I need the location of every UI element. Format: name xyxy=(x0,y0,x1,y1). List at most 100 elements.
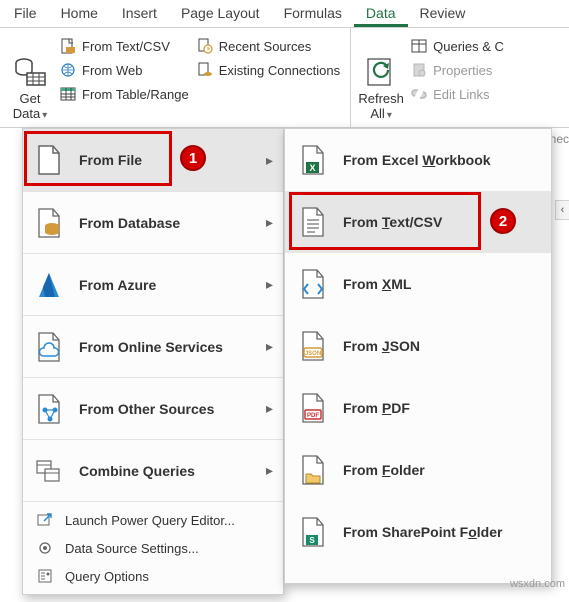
from-text-csv-label: From Text/CSV xyxy=(82,39,170,54)
chevron-right-icon: ▸ xyxy=(266,152,273,169)
menu-from-online-services[interactable]: From Online Services ▸ xyxy=(23,315,283,377)
sharepoint-file-icon: S xyxy=(297,516,329,548)
svg-text:X: X xyxy=(309,163,315,173)
from-text-csv-button[interactable]: From Text/CSV xyxy=(58,34,195,58)
submenu-from-text-csv[interactable]: From Text/CSV xyxy=(285,191,551,253)
queries-icon xyxy=(411,38,427,54)
refresh-icon xyxy=(364,55,398,89)
existing-connections-button[interactable]: Existing Connections xyxy=(195,58,346,82)
refresh-all-label-2: All▾ xyxy=(370,106,391,123)
globe-icon xyxy=(60,62,76,78)
from-web-label: From Web xyxy=(82,63,142,78)
menu-combine-queries[interactable]: Combine Queries ▸ xyxy=(23,439,283,501)
edit-links-icon xyxy=(411,86,427,102)
menu-from-other-sources[interactable]: From Other Sources ▸ xyxy=(23,377,283,439)
submenu-from-pdf-label: From PDF xyxy=(343,400,410,416)
tab-page-layout[interactable]: Page Layout xyxy=(169,1,272,27)
submenu-from-json-label: From JSON xyxy=(343,338,420,354)
chevron-right-icon: ▸ xyxy=(266,400,273,417)
submenu-from-excel-workbook-label: From Excel Workbook xyxy=(343,152,491,168)
refresh-all-button[interactable]: Refresh All▾ xyxy=(353,30,409,125)
tab-formulas[interactable]: Formulas xyxy=(272,1,354,27)
menu-query-options[interactable]: Query Options xyxy=(23,562,283,590)
menu-from-azure[interactable]: From Azure ▸ xyxy=(23,253,283,315)
chevron-right-icon: ▸ xyxy=(266,338,273,355)
azure-icon xyxy=(33,269,65,301)
tab-insert[interactable]: Insert xyxy=(110,1,169,27)
cloud-file-icon xyxy=(33,331,65,363)
get-data-button[interactable]: Get Data▾ xyxy=(2,30,58,125)
submenu-from-excel-workbook[interactable]: X From Excel Workbook xyxy=(285,129,551,191)
tab-bar: File Home Insert Page Layout Formulas Da… xyxy=(0,0,569,28)
edit-links-button[interactable]: Edit Links xyxy=(409,82,510,106)
get-transform-col-1: From Text/CSV From Web From Table/Range xyxy=(58,30,195,125)
submenu-from-text-csv-label: From Text/CSV xyxy=(343,214,442,230)
options-icon xyxy=(37,568,53,584)
tab-data[interactable]: Data xyxy=(354,1,408,27)
table-icon xyxy=(60,86,76,102)
gear-icon xyxy=(37,540,53,556)
svg-text:S: S xyxy=(309,536,315,545)
xml-file-icon xyxy=(297,268,329,300)
existing-connections-label: Existing Connections xyxy=(219,63,340,78)
file-csv-icon xyxy=(60,38,76,54)
menu-data-source-settings[interactable]: Data Source Settings... xyxy=(23,534,283,562)
recent-sources-icon xyxy=(197,38,213,54)
from-file-submenu: X From Excel Workbook From Text/CSV From… xyxy=(284,128,552,584)
submenu-from-sharepoint-folder[interactable]: S From SharePoint Folder xyxy=(285,501,551,563)
from-table-range-button[interactable]: From Table/Range xyxy=(58,82,195,106)
queries-connections-button[interactable]: Queries & C xyxy=(409,34,510,58)
tab-file[interactable]: File xyxy=(2,1,49,27)
submenu-from-folder[interactable]: From Folder xyxy=(285,439,551,501)
menu-footer: Launch Power Query Editor... Data Source… xyxy=(23,501,283,594)
submenu-from-xml[interactable]: From XML xyxy=(285,253,551,315)
get-data-label-1: Get xyxy=(20,91,41,106)
from-web-button[interactable]: From Web xyxy=(58,58,195,82)
refresh-all-label-1: Refresh xyxy=(358,91,404,106)
submenu-from-xml-label: From XML xyxy=(343,276,411,292)
pdf-file-icon: PDF xyxy=(297,392,329,424)
menu-from-online-services-label: From Online Services xyxy=(79,339,223,355)
combine-queries-icon xyxy=(33,455,65,487)
menu-combine-queries-label: Combine Queries xyxy=(79,463,195,479)
database-file-icon xyxy=(33,207,65,239)
chevron-right-icon: ▸ xyxy=(266,276,273,293)
submenu-from-sharepoint-folder-label: From SharePoint Folder xyxy=(343,524,502,540)
menu-from-azure-label: From Azure xyxy=(79,277,156,293)
watermark: wsxdn.com xyxy=(510,578,565,590)
launch-icon xyxy=(37,512,53,528)
menu-launch-pq-editor[interactable]: Launch Power Query Editor... xyxy=(23,506,283,534)
menu-from-database-label: From Database xyxy=(79,215,180,231)
recent-sources-label: Recent Sources xyxy=(219,39,312,54)
expand-collapse-button[interactable]: ‹ xyxy=(555,200,569,220)
menu-from-other-sources-label: From Other Sources xyxy=(79,401,214,417)
existing-connections-icon xyxy=(197,62,213,78)
chevron-right-icon: ▸ xyxy=(266,214,273,231)
svg-text:PDF: PDF xyxy=(307,413,319,419)
ribbon: Get Data▾ From Text/CSV From Web From Ta… xyxy=(0,28,569,128)
menu-launch-pq-editor-label: Launch Power Query Editor... xyxy=(65,513,235,528)
ribbon-group-get-transform: Get Data▾ From Text/CSV From Web From Ta… xyxy=(0,28,351,127)
submenu-from-pdf[interactable]: PDF From PDF xyxy=(285,377,551,439)
menu-query-options-label: Query Options xyxy=(65,569,149,584)
get-data-icon xyxy=(13,55,47,89)
folder-file-icon xyxy=(297,454,329,486)
submenu-from-json[interactable]: JSON From JSON xyxy=(285,315,551,377)
tab-review[interactable]: Review xyxy=(408,1,478,27)
from-table-range-label: From Table/Range xyxy=(82,87,189,102)
menu-from-database[interactable]: From Database ▸ xyxy=(23,191,283,253)
tab-home[interactable]: Home xyxy=(49,1,110,27)
menu-data-source-settings-label: Data Source Settings... xyxy=(65,541,199,556)
menu-from-file[interactable]: From File ▸ xyxy=(23,129,283,191)
json-file-icon: JSON xyxy=(297,330,329,362)
recent-sources-button[interactable]: Recent Sources xyxy=(195,34,346,58)
properties-label: Properties xyxy=(433,63,492,78)
connections-col: Queries & C Properties Edit Links xyxy=(409,30,510,125)
excel-file-icon: X xyxy=(297,144,329,176)
properties-button[interactable]: Properties xyxy=(409,58,510,82)
text-csv-file-icon xyxy=(297,206,329,238)
get-data-menu: From File ▸ From Database ▸ From Azure ▸… xyxy=(22,128,284,595)
get-transform-col-2: Recent Sources Existing Connections xyxy=(195,30,346,125)
properties-icon xyxy=(411,62,427,78)
menu-from-file-label: From File xyxy=(79,152,142,168)
